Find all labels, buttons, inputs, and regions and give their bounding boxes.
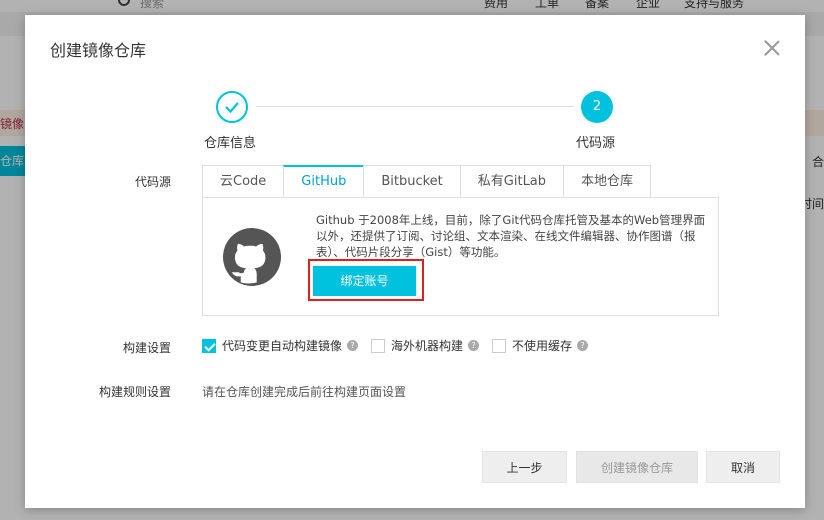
step-2-label: 代码源 (576, 136, 616, 151)
cancel-button[interactable]: 取消 (706, 451, 780, 483)
step-2-number: 2 (581, 91, 613, 123)
code-source-tabs: 云Code GitHub Bitbucket 私有GitLab 本地仓库 (202, 165, 652, 198)
previous-step-button[interactable]: 上一步 (482, 451, 567, 483)
tab-yuncode[interactable]: 云Code (202, 165, 284, 198)
step-connector (256, 106, 574, 107)
auto-build-option[interactable]: 代码变更自动构建镜像 ? (202, 337, 359, 354)
overseas-build-checkbox[interactable] (371, 338, 386, 353)
help-icon[interactable]: ? (468, 340, 480, 351)
auto-build-checkbox[interactable] (202, 338, 216, 353)
code-source-label: 代码源 (134, 175, 171, 189)
no-cache-checkbox[interactable] (492, 338, 507, 353)
create-repo-button[interactable]: 创建镜像仓库 (576, 451, 698, 483)
overseas-build-option[interactable]: 海外机器构建 ? (371, 337, 480, 354)
close-icon[interactable] (763, 39, 781, 57)
bind-account-button[interactable]: 绑定账号 (313, 266, 416, 296)
help-icon[interactable]: ? (577, 340, 589, 351)
github-icon (223, 228, 281, 286)
github-description: Github 于2008年上线，目前，除了Git代码仓库托管及基本的Web管理界… (316, 213, 706, 259)
build-rules-text: 请在仓库创建完成后前往构建页面设置 (202, 385, 407, 399)
github-panel: Github 于2008年上线，目前，除了Git代码仓库托管及基本的Web管理界… (202, 197, 719, 316)
help-icon[interactable]: ? (347, 340, 359, 351)
step-1-label: 仓库信息 (204, 136, 257, 151)
dialog-title: 创建镜像仓库 (50, 41, 147, 60)
tab-bitbucket[interactable]: Bitbucket (363, 165, 460, 198)
overseas-build-label: 海外机器构建 (391, 339, 464, 353)
build-settings-label: 构建设置 (122, 341, 171, 355)
build-options: 代码变更自动构建镜像 ? 海外机器构建 ? 不使用缓存 ? (202, 337, 601, 354)
build-rules-label: 构建规则设置 (98, 385, 171, 399)
step-done-check-icon (216, 91, 248, 123)
tab-local-repo[interactable]: 本地仓库 (563, 165, 652, 198)
create-repo-dialog: 创建镜像仓库 2 仓库信息 代码源 代码源 云Code GitHub Bitbu… (25, 15, 805, 508)
no-cache-label: 不使用缓存 (512, 339, 573, 353)
no-cache-option[interactable]: 不使用缓存 ? (492, 337, 589, 354)
tab-github[interactable]: GitHub (283, 165, 364, 198)
tab-private-gitlab[interactable]: 私有GitLab (459, 165, 564, 198)
auto-build-label: 代码变更自动构建镜像 (222, 339, 343, 353)
